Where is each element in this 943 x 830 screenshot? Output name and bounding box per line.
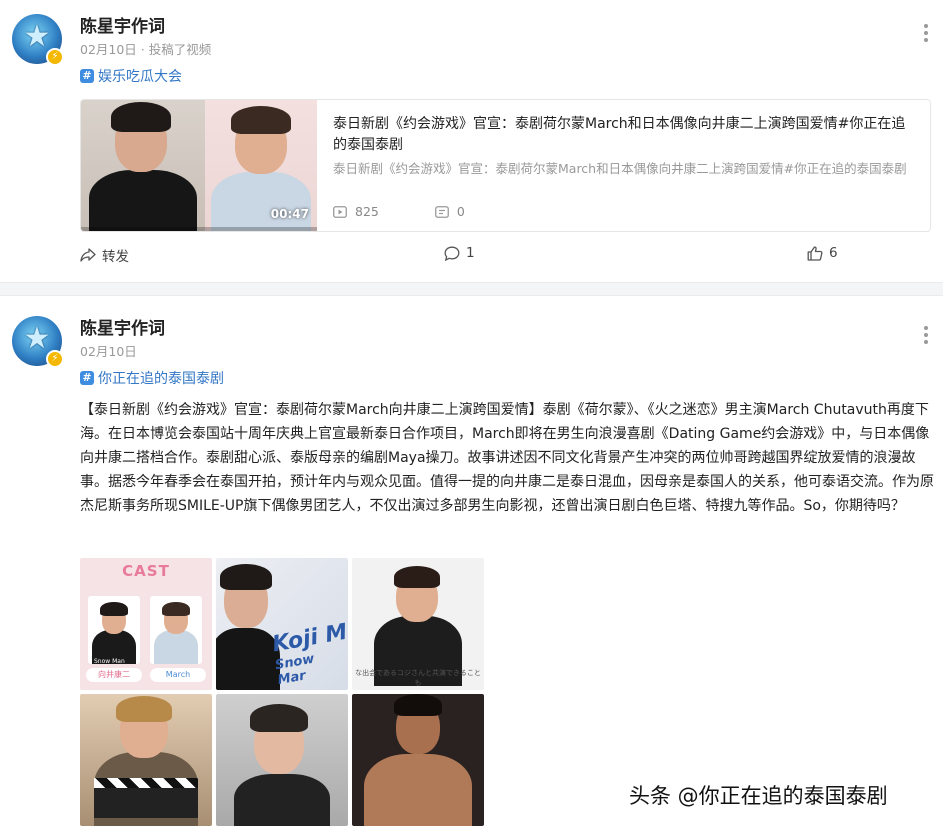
star-logo-icon: ★ (23, 19, 51, 54)
cast-right-name: March (150, 668, 206, 682)
more-icon[interactable] (923, 326, 929, 346)
danmu-count-value: 0 (456, 204, 465, 219)
author-name[interactable]: 陈星宇作词 (80, 314, 165, 339)
comment-button[interactable]: 1 (444, 245, 475, 261)
hashtag-icon: # (80, 69, 94, 83)
post-action: 投稿了视频 (148, 42, 212, 57)
topic-tag[interactable]: # 你正在追的泰国泰剧 (80, 368, 224, 388)
thumbnail-caption-strip (81, 227, 317, 231)
avatar[interactable]: ★ ⚡ (12, 14, 64, 66)
share-icon (80, 248, 96, 262)
avatar[interactable]: ★ ⚡ (12, 316, 64, 368)
video-description: 泰日新剧《约会游戏》官宣：泰剧荷尔蒙March和日本偶像向井康二上演跨国爱情#你… (333, 161, 907, 176)
watermark: 头条 @你正在追的泰国泰剧 (629, 784, 888, 808)
topic-label: 娱乐吃瓜大会 (98, 69, 182, 85)
image-tile-cast-poster[interactable]: CAST Snow Man 向井康二 March (80, 558, 212, 690)
view-count-value: 825 (355, 204, 379, 219)
cast-card-left (88, 596, 140, 664)
image-tile-clapperboard[interactable] (80, 694, 212, 826)
subtitle-jp: な出会であるコジさんと共演できることも (355, 669, 481, 687)
post-actions: 转发 1 6 (80, 245, 931, 269)
danmu-count: 0 (434, 204, 465, 219)
thumbnail-person-left (81, 100, 205, 231)
post-body-text: 【泰日新剧《约会游戏》官宣：泰剧荷尔蒙March向井康二上演跨国爱情】泰剧《荷尔… (80, 402, 934, 514)
image-tile-march[interactable]: な出会であるコジさんと共演できることも (352, 558, 484, 690)
hashtag-icon: # (80, 371, 94, 385)
play-icon (333, 205, 347, 218)
share-label: 转发 (102, 249, 129, 265)
video-stats: 825 0 (333, 204, 521, 219)
post-date: 02月10日 (80, 42, 137, 57)
comment-box-icon (434, 205, 449, 218)
more-icon[interactable] (923, 24, 929, 44)
video-card[interactable]: 00:47 泰日新剧《约会游戏》官宣：泰剧荷尔蒙March和日本偶像向井康二上演… (80, 99, 931, 232)
feed-post-video: ★ ⚡ 陈星宇作词 02月10日 · 投稿了视频 # 娱乐吃瓜大会 00:47 … (0, 0, 943, 282)
like-count: 6 (829, 245, 838, 261)
cast-left-name: 向井康二 (86, 668, 142, 682)
view-count: 825 (333, 204, 379, 219)
lightning-badge-icon: ⚡ (46, 350, 64, 368)
like-icon (807, 245, 823, 261)
like-button[interactable]: 6 (807, 245, 838, 261)
image-tile-dark-photo[interactable] (352, 694, 484, 826)
comment-count: 1 (466, 245, 475, 261)
image-tile-portrait[interactable] (216, 694, 348, 826)
cast-title: CAST (122, 562, 170, 580)
cast-card-right (150, 596, 202, 664)
video-title[interactable]: 泰日新剧《约会游戏》官宣：泰剧荷尔蒙March和日本偶像向井康二上演跨国爱情#你… (333, 114, 918, 156)
post-date: 02月10日 (80, 344, 137, 359)
lightning-badge-icon: ⚡ (46, 48, 64, 66)
share-button[interactable]: 转发 (80, 245, 129, 265)
video-duration: 00:47 (270, 207, 309, 221)
topic-label: 你正在追的泰国泰剧 (98, 371, 224, 387)
comment-icon (444, 246, 460, 261)
star-logo-icon: ★ (23, 321, 51, 356)
image-grid: CAST Snow Man 向井康二 March Koji M Snow Mar (80, 558, 486, 826)
feed-post-article: ★ ⚡ 陈星宇作词 02月10日 # 你正在追的泰国泰剧 【泰日新剧《约会游戏》… (0, 296, 943, 830)
clapperboard-prop (94, 778, 198, 818)
image-tile-koji[interactable]: Koji M Snow Mar (216, 558, 348, 690)
feed-divider (0, 282, 943, 296)
topic-tag[interactable]: # 娱乐吃瓜大会 (80, 66, 182, 86)
cast-left-tag: Snow Man (94, 658, 125, 665)
video-thumbnail[interactable]: 00:47 (81, 100, 317, 231)
meta-separator: · (140, 42, 149, 57)
post-meta: 02月10日 · 投稿了视频 (80, 39, 211, 58)
author-name[interactable]: 陈星宇作词 (80, 12, 165, 37)
